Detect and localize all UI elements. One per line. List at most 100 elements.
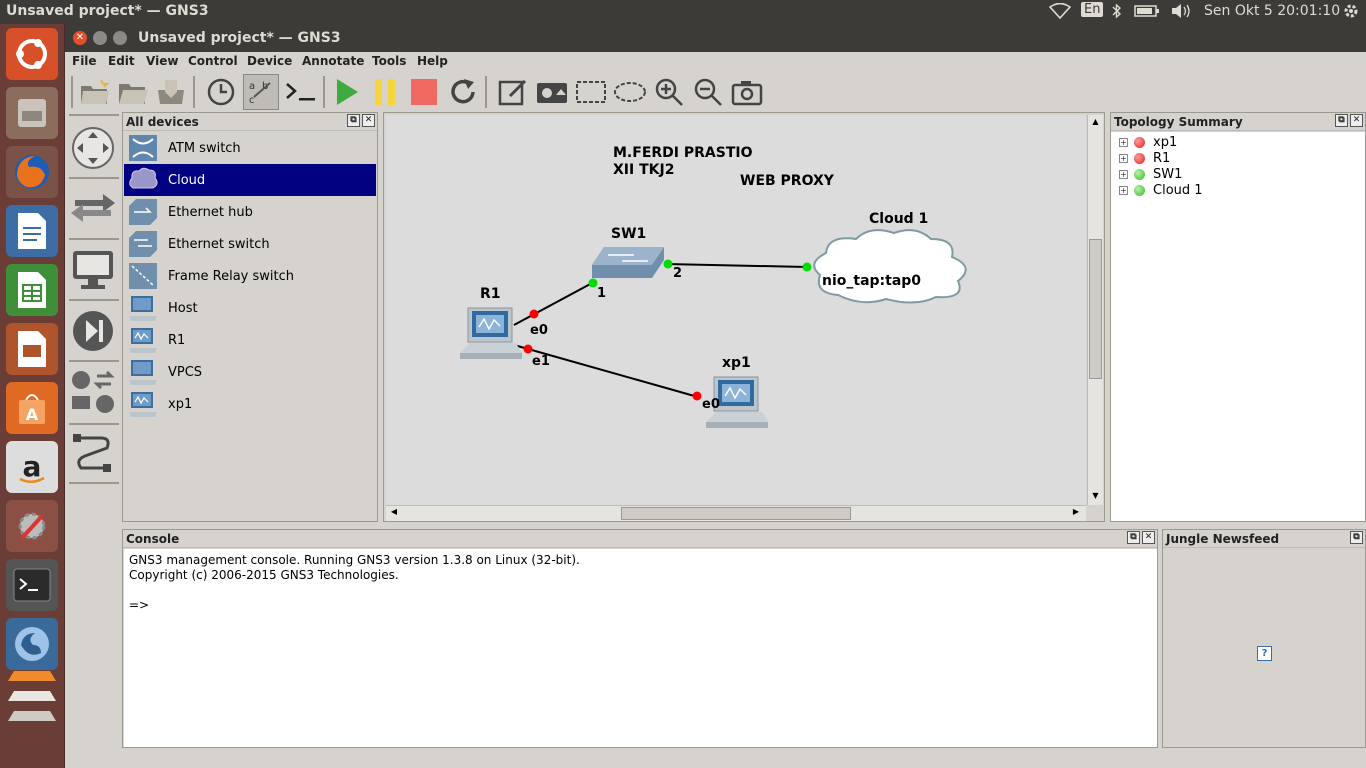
port-label-xp1-e0[interactable]: e0 (702, 397, 720, 412)
topology-item-xp1[interactable]: + xp1 (1119, 134, 1177, 150)
device-item-ethernet-hub[interactable]: Ethernet hub (124, 196, 376, 228)
horizontal-scroll-thumb[interactable] (621, 507, 851, 520)
link-r1-xp1[interactable] (513, 344, 699, 398)
device-item-host[interactable]: Host (124, 292, 376, 324)
canvas-horizontal-scrollbar[interactable]: ◀ ▶ (386, 505, 1086, 521)
device-item-cloud[interactable]: Cloud (124, 164, 376, 196)
console-all-icon[interactable] (283, 74, 319, 110)
cloud-interface-label[interactable]: nio_tap:tap0 (822, 273, 921, 289)
sw1-device-icon[interactable] (592, 247, 664, 278)
browse-all-devices-icon[interactable] (69, 368, 117, 420)
device-item-frame-relay-switch[interactable]: Frame Relay switch (124, 260, 376, 292)
vertical-scroll-thumb[interactable] (1089, 239, 1102, 379)
canvas-vertical-scrollbar[interactable]: ▲ ▼ (1087, 115, 1103, 505)
scroll-left-icon[interactable]: ◀ (388, 507, 400, 519)
battery-icon[interactable] (1134, 3, 1160, 23)
menu-help[interactable]: Help (417, 54, 448, 68)
volume-icon[interactable] (1170, 3, 1192, 23)
close-window-icon[interactable]: ✕ (73, 31, 87, 45)
start-all-icon[interactable] (329, 74, 365, 110)
snapshot-clock-icon[interactable] (203, 74, 239, 110)
add-link-icon[interactable] (71, 430, 115, 482)
scroll-down-icon[interactable]: ▼ (1090, 491, 1101, 502)
cloud-device-icon[interactable] (813, 229, 967, 304)
save-project-icon[interactable] (153, 74, 189, 110)
zoom-out-icon[interactable] (690, 74, 726, 110)
scroll-up-icon[interactable]: ▲ (1090, 117, 1101, 128)
device-item-r1[interactable]: R1 (124, 324, 376, 356)
port-label-sw1-1[interactable]: 1 (597, 286, 606, 301)
expand-icon[interactable]: + (1119, 185, 1128, 195)
node-label-xp1[interactable]: xp1 (722, 355, 751, 371)
close-dock-icon[interactable]: ✕ (1142, 531, 1155, 544)
browse-switches-icon[interactable] (69, 188, 117, 232)
float-dock-icon[interactable]: ⧉ (347, 114, 360, 127)
add-note-icon[interactable] (495, 74, 531, 110)
port-label-sw1-2[interactable]: 2 (673, 266, 682, 281)
float-dock-icon[interactable]: ⧉ (1350, 531, 1363, 544)
workspace-switcher-icon[interactable] (6, 670, 58, 722)
topology-item-cloud-1[interactable]: + Cloud 1 (1119, 182, 1203, 198)
draw-ellipse-icon[interactable] (612, 74, 648, 110)
device-item-ethernet-switch[interactable]: Ethernet switch (124, 228, 376, 260)
clock[interactable]: Sen Okt 5 20:01:10 (1204, 3, 1340, 19)
menu-annotate[interactable]: Annotate (302, 54, 364, 68)
draw-rectangle-icon[interactable] (573, 74, 609, 110)
node-label-cloud[interactable]: Cloud 1 (869, 211, 928, 227)
scroll-right-icon[interactable]: ▶ (1070, 507, 1082, 519)
libreoffice-impress-icon[interactable] (6, 323, 58, 375)
new-project-icon[interactable] (77, 74, 113, 110)
software-center-icon[interactable]: A (6, 382, 58, 434)
note-topic[interactable]: WEB PROXY (740, 173, 834, 189)
files-icon[interactable] (6, 87, 58, 139)
browse-routers-icon[interactable] (71, 126, 115, 174)
menu-edit[interactable]: Edit (108, 54, 135, 68)
device-item-atm-switch[interactable]: ATM switch (124, 132, 376, 164)
link-sw1-cloud[interactable] (665, 263, 808, 268)
note-author[interactable]: M.FERDI PRASTIO (613, 145, 752, 161)
node-label-r1[interactable]: R1 (480, 286, 501, 302)
insert-picture-icon[interactable] (534, 74, 570, 110)
expand-icon[interactable]: + (1119, 153, 1128, 163)
suspend-all-icon[interactable] (367, 74, 403, 110)
stop-all-icon[interactable] (406, 74, 442, 110)
open-project-icon[interactable] (115, 74, 151, 110)
menu-view[interactable]: View (146, 54, 178, 68)
device-item-vpcs[interactable]: VPCS (124, 356, 376, 388)
system-settings-icon[interactable] (6, 500, 58, 552)
device-item-xp1[interactable]: xp1 (124, 388, 376, 420)
menu-tools[interactable]: Tools (372, 54, 406, 68)
zoom-in-icon[interactable] (651, 74, 687, 110)
minimize-window-icon[interactable] (93, 31, 107, 45)
note-class[interactable]: XII TKJ2 (613, 162, 674, 178)
settings-gear-icon[interactable] (1342, 2, 1360, 24)
r1-device-icon[interactable] (460, 307, 522, 359)
maximize-window-icon[interactable] (113, 31, 127, 45)
topology-canvas[interactable]: M.FERDI PRASTIO XII TKJ2 WEB PROXY SW1 C… (386, 115, 1086, 505)
link-r1-sw1[interactable] (513, 281, 595, 326)
menu-control[interactable]: Control (188, 54, 238, 68)
port-label-r1-e1[interactable]: e1 (532, 354, 550, 369)
ubuntu-dash-icon[interactable] (6, 28, 58, 80)
expand-icon[interactable]: + (1119, 137, 1128, 147)
console-output[interactable]: GNS3 management console. Running GNS3 ve… (124, 549, 1157, 747)
expand-icon[interactable]: + (1119, 169, 1128, 179)
libreoffice-calc-icon[interactable] (6, 264, 58, 316)
wifi-icon[interactable] (1048, 2, 1072, 23)
menu-file[interactable]: File (72, 54, 97, 68)
firefox-icon[interactable] (6, 146, 58, 198)
float-dock-icon[interactable]: ⧉ (1335, 114, 1348, 127)
topology-item-sw1[interactable]: + SW1 (1119, 166, 1182, 182)
screenshot-camera-icon[interactable] (729, 74, 765, 110)
reload-all-icon[interactable] (445, 74, 481, 110)
amazon-icon[interactable]: a (6, 441, 58, 493)
float-dock-icon[interactable]: ⧉ (1127, 531, 1140, 544)
topology-item-r1[interactable]: + R1 (1119, 150, 1170, 166)
keyboard-layout-indicator[interactable]: En (1081, 2, 1104, 17)
browse-end-devices-icon[interactable] (71, 248, 115, 296)
node-label-sw1[interactable]: SW1 (611, 226, 646, 242)
browse-security-devices-icon[interactable] (71, 309, 115, 357)
close-dock-icon[interactable]: ✕ (1350, 114, 1363, 127)
terminal-icon[interactable] (6, 559, 58, 611)
port-label-r1-e0[interactable]: e0 (530, 323, 548, 338)
